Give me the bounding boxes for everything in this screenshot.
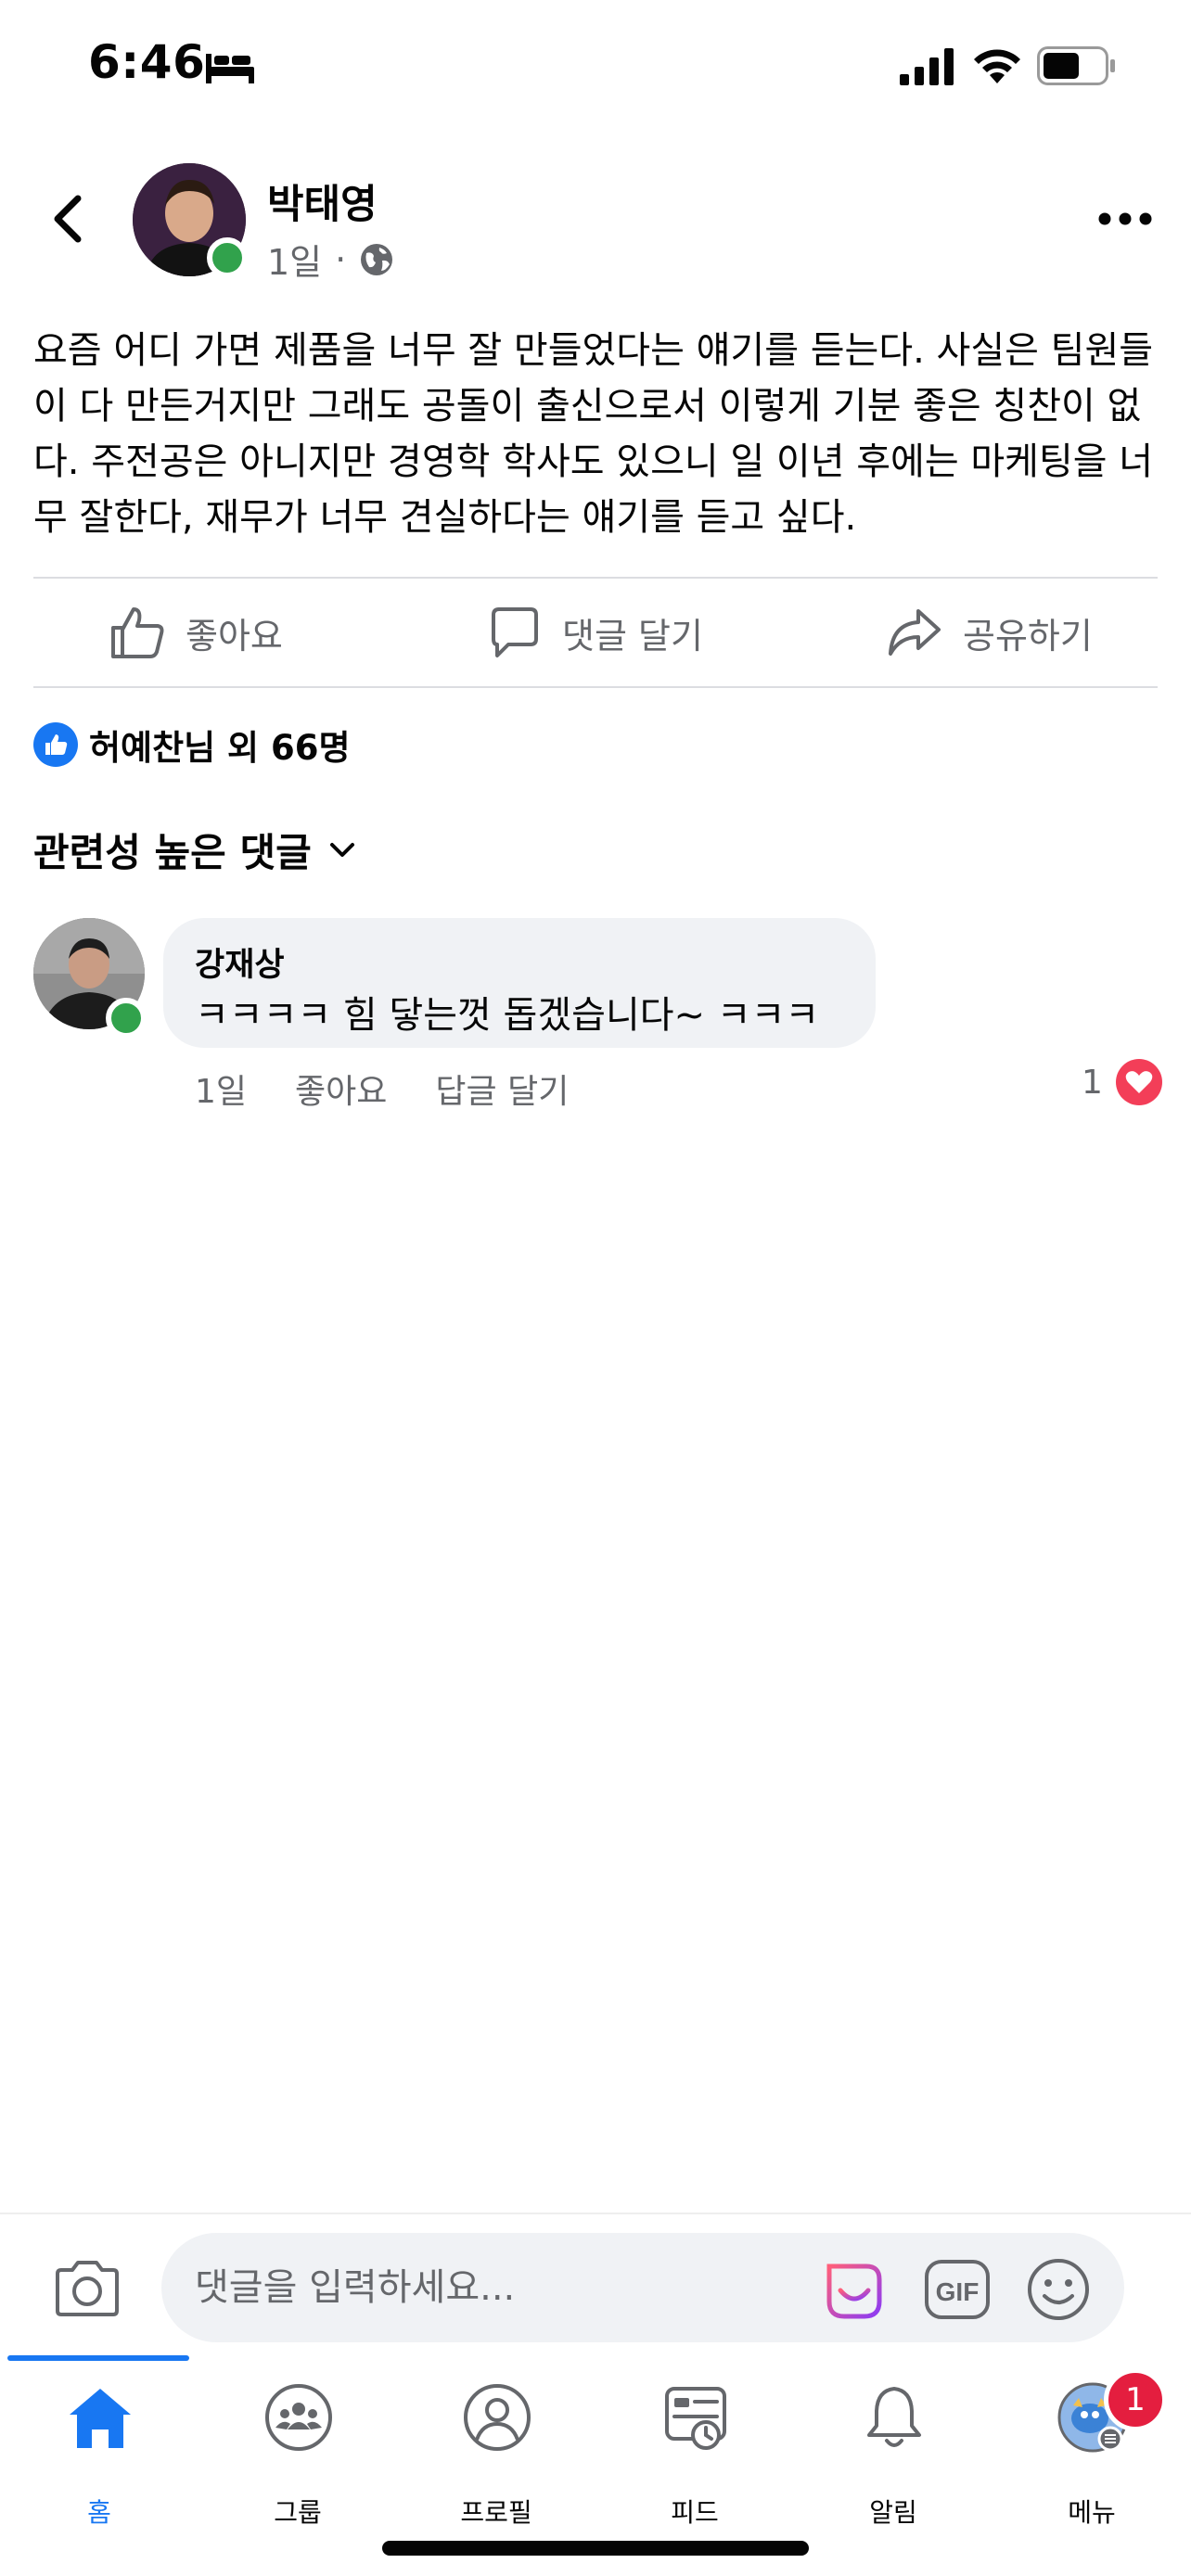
reactions-summary-text: 허예찬님 외 66명 <box>89 728 351 768</box>
tab-notifications[interactable]: 알림 <box>794 2378 992 2535</box>
comment-label: 댓글 달기 <box>562 615 703 657</box>
tab-label: 프로필 <box>460 2497 532 2528</box>
feeds-icon <box>665 2387 726 2450</box>
tab-groups[interactable]: 그룹 <box>198 2378 397 2535</box>
like-button[interactable]: 좋아요 <box>109 579 283 686</box>
active-tab-indicator <box>7 2355 189 2361</box>
comment-sort-label: 관련성 높은 댓글 <box>33 830 312 875</box>
comment-reply-button[interactable]: 답글 달기 <box>435 1065 569 1113</box>
menu-notification-badge: 1 <box>1104 2368 1167 2431</box>
like-reaction-icon <box>33 722 78 767</box>
thumbs-up-icon <box>111 607 164 658</box>
tab-label: 알림 <box>869 2497 917 2528</box>
profile-icon <box>464 2384 531 2451</box>
tab-feeds[interactable]: 피드 <box>596 2378 794 2535</box>
heart-icon <box>1115 1059 1162 1105</box>
share-button[interactable]: 공유하기 <box>887 579 1093 686</box>
divider <box>33 686 1158 688</box>
home-icon <box>70 2389 131 2448</box>
comment-actions: 1일 좋아요 답글 달기 <box>195 1065 617 1113</box>
svg-text:GIF: GIF <box>936 2277 980 2306</box>
post-detail-screen: 6:46 박태영 1일 · 요즘 어디 가면 제품을 너무 잘 만들었다는 얘기… <box>0 0 1191 2576</box>
comment-composer: GIF <box>0 2213 1191 2355</box>
tab-label: 메뉴 <box>1068 2497 1116 2528</box>
comment-time: 1일 <box>195 1073 248 1111</box>
tab-label: 피드 <box>671 2497 719 2528</box>
bell-icon <box>867 2387 921 2447</box>
meta-separator: · <box>335 238 347 280</box>
globe-icon[interactable] <box>359 242 394 277</box>
tab-label: 홈 <box>87 2497 111 2528</box>
comment-text: ㅋㅋㅋㅋ 힘 닿는껏 돕겠습니다~ ㅋㅋㅋ <box>195 994 820 1037</box>
author-online-indicator <box>207 237 248 278</box>
comment-author[interactable]: 강재상 <box>195 938 285 986</box>
post-action-bar: 좋아요 댓글 달기 공유하기 <box>33 579 1158 686</box>
share-label: 공유하기 <box>963 615 1093 657</box>
comment-like-button[interactable]: 좋아요 <box>295 1065 387 1113</box>
comment-bubble[interactable]: 강재상 ㅋㅋㅋㅋ 힘 닿는껏 돕겠습니다~ ㅋㅋㅋ <box>163 918 876 1048</box>
post-time[interactable]: 1일 <box>267 234 322 285</box>
emoji-icon[interactable] <box>1026 2257 1091 2322</box>
author-name[interactable]: 박태영 <box>267 172 378 230</box>
post-meta: 1일 · <box>267 234 394 285</box>
post-body: 요즘 어디 가면 제품을 너무 잘 만들었다는 얘기를 듣는다. 사실은 팀원들… <box>33 329 1154 539</box>
share-icon <box>889 609 941 656</box>
status-bar: 6:46 <box>0 0 1191 139</box>
bed-icon <box>206 54 254 83</box>
commenter-online-indicator <box>106 998 147 1039</box>
camera-icon[interactable] <box>52 2259 122 2318</box>
comment-reaction-count: 1 <box>1082 1063 1103 1102</box>
signal-icon <box>900 48 954 85</box>
back-button[interactable] <box>41 185 96 252</box>
chevron-down-icon <box>329 842 354 857</box>
tab-profile[interactable]: 프로필 <box>397 2378 596 2535</box>
gif-icon[interactable]: GIF <box>924 2259 991 2320</box>
more-options-button[interactable] <box>1095 195 1156 243</box>
like-label: 좋아요 <box>186 615 283 657</box>
tab-home[interactable]: 홈 <box>0 2378 198 2535</box>
tab-label: 그룹 <box>274 2497 322 2528</box>
status-time: 6:46 <box>88 35 206 89</box>
wifi-icon <box>974 49 1020 83</box>
avatar-sticker-icon[interactable] <box>820 2257 890 2322</box>
comment-reactions[interactable]: 1 <box>1082 1059 1162 1105</box>
comment-icon <box>492 607 538 657</box>
groups-icon <box>265 2384 332 2451</box>
battery-icon <box>1037 46 1115 85</box>
reactions-summary[interactable]: 허예찬님 외 66명 <box>33 720 351 770</box>
comment-sort-dropdown[interactable]: 관련성 높은 댓글 <box>33 822 356 878</box>
comment-button[interactable]: 댓글 달기 <box>488 579 703 686</box>
home-indicator[interactable] <box>382 2541 809 2556</box>
